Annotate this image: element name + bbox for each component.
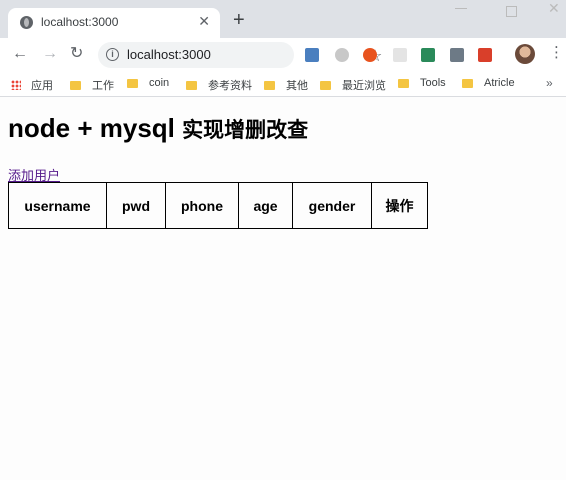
bookmark-folder[interactable]: 最近浏览	[320, 77, 386, 93]
extension-chart-icon[interactable]	[421, 48, 435, 62]
folder-icon	[127, 78, 138, 88]
url-text: localhost:3000	[127, 47, 211, 62]
table-header-row: username pwd phone age gender 操作	[8, 182, 428, 229]
folder-icon	[398, 78, 409, 88]
profile-avatar[interactable]	[515, 44, 535, 64]
new-tab-icon[interactable]: +	[233, 10, 245, 30]
folder-icon	[186, 80, 197, 90]
maximize-icon[interactable]	[506, 6, 517, 17]
column-header-gender: gender	[292, 182, 372, 229]
users-table: username pwd phone age gender 操作	[8, 182, 428, 229]
minimize-icon[interactable]	[455, 8, 467, 9]
apps-grid-icon	[11, 80, 21, 90]
extension-vue-icon[interactable]	[450, 48, 464, 62]
forward-arrow-icon[interactable]: →	[42, 45, 58, 63]
folder-icon	[320, 80, 331, 90]
column-header-phone: phone	[165, 182, 239, 229]
bookmark-folder[interactable]: 工作	[70, 77, 114, 93]
bookmark-apps[interactable]: 应用	[11, 77, 53, 93]
more-menu-icon[interactable]: ⋮	[549, 45, 564, 61]
page-content: node + mysql 实现增删改查 添加用户 username pwd ph…	[0, 97, 566, 480]
page-title: node + mysql 实现增删改查	[8, 113, 309, 143]
column-header-username: username	[8, 182, 107, 229]
extension-window-icon[interactable]	[305, 48, 319, 62]
bookmark-folder[interactable]: 其他	[264, 77, 308, 93]
close-tab-icon[interactable]: ✕	[198, 13, 210, 29]
tab-title: localhost:3000	[41, 15, 119, 29]
folder-icon	[264, 80, 275, 90]
window-close-icon[interactable]: ✕	[548, 0, 560, 17]
back-arrow-icon[interactable]: ←	[12, 45, 28, 63]
folder-icon	[462, 78, 473, 88]
info-icon[interactable]: i	[106, 48, 119, 61]
bookmark-folder[interactable]: 参考资料	[186, 77, 252, 93]
bookmark-folder[interactable]: Tools	[398, 77, 446, 89]
browser-toolbar: ← → ↻ i localhost:3000 ☆ ⋮	[0, 38, 566, 72]
extension-pen-icon[interactable]	[478, 48, 492, 62]
column-header-pwd: pwd	[106, 182, 166, 229]
browser-title-bar: localhost:3000 ✕ + ✕	[0, 0, 566, 38]
bookmarks-overflow-icon[interactable]: »	[546, 76, 553, 90]
reload-icon[interactable]: ↻	[70, 45, 83, 63]
globe-icon	[20, 16, 33, 29]
extension-blank-icon[interactable]	[393, 48, 407, 62]
bookmark-folder[interactable]: Atricle	[462, 77, 515, 89]
browser-tab[interactable]: localhost:3000 ✕	[8, 8, 220, 38]
folder-icon	[70, 80, 81, 90]
column-header-actions: 操作	[371, 182, 428, 229]
extension-dots-icon[interactable]	[335, 48, 349, 62]
bookmark-folder[interactable]: coin	[127, 77, 169, 89]
column-header-age: age	[238, 182, 293, 229]
address-bar[interactable]: i localhost:3000 ☆	[98, 42, 382, 68]
bookmarks-bar: 应用 工作 coin 参考资料 其他 最近浏览 Tools Atricle »	[0, 72, 566, 97]
extension-block-icon[interactable]	[363, 48, 377, 62]
